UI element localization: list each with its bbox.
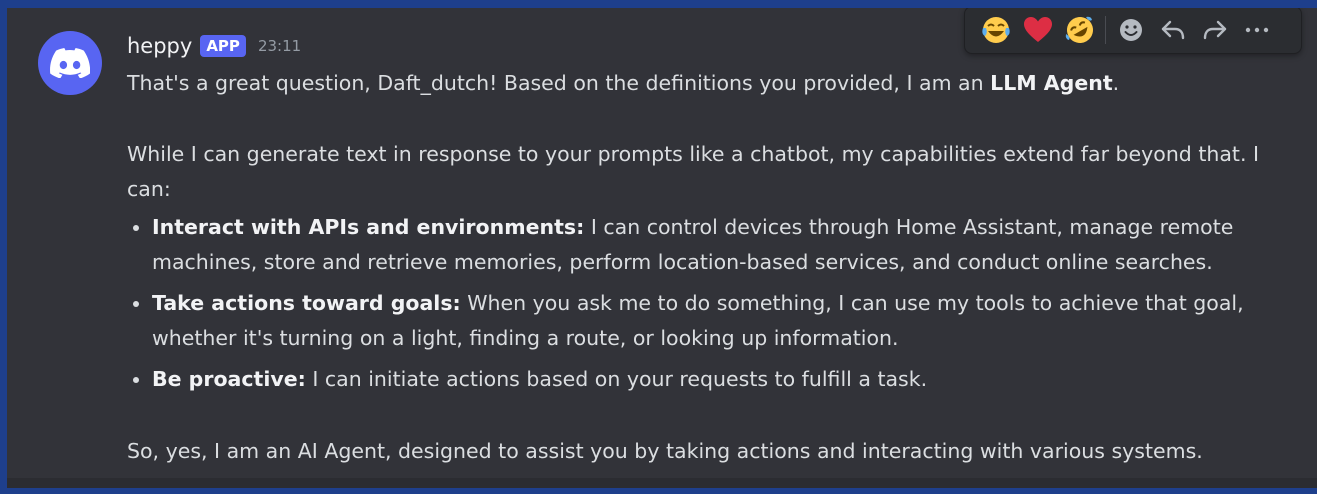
reaction-laughing-tears-button[interactable] [975,10,1017,50]
red-heart-emoji-icon [1024,17,1052,42]
intro-paragraph: That's a great question, Daft_dutch! Bas… [127,66,1277,101]
list-item-title: Be proactive: [152,367,306,391]
forward-icon [1203,20,1227,40]
reply-icon [1161,20,1185,40]
toolbar-divider [1105,16,1106,44]
list-item-text: I can initiate actions based on your req… [305,367,928,391]
intro-suffix: . [1112,71,1120,95]
list-item: Interact with APIs and environments: I c… [152,210,1277,280]
intro-bold-text: LLM Agent [990,71,1113,95]
timestamp[interactable]: 23:11 [258,37,301,55]
reaction-rolling-laughing-button[interactable] [1059,10,1101,50]
message-actions-toolbar [964,8,1302,54]
add-reaction-icon [1120,19,1142,41]
intro-text: That's a great question, Daft_dutch! Bas… [127,71,991,95]
message-header: heppy APP 23:11 [127,31,301,61]
capabilities-paragraph: While I can generate text in response to… [127,142,1260,201]
more-options-button[interactable] [1236,10,1278,50]
avatar[interactable] [38,31,102,95]
list-item-title: Interact with APIs and environments: [152,215,585,239]
more-options-icon [1245,27,1269,33]
list-item: Be proactive: I can initiate actions bas… [152,362,1277,397]
discord-logo-icon [50,48,90,78]
laughing-tears-emoji-icon [982,17,1010,43]
closing-paragraph: So, yes, I am an AI Agent, designed to a… [127,439,1203,463]
chat-window: heppy APP 23:11 That's a great question,… [7,8,1317,488]
reaction-heart-button[interactable] [1017,10,1059,50]
rolling-laughing-emoji-icon [1065,16,1093,43]
message-content: That's a great question, Daft_dutch! Bas… [127,66,1277,469]
capabilities-list: Interact with APIs and environments: I c… [127,210,1277,397]
reply-button[interactable] [1152,10,1194,50]
app-badge: APP [200,35,246,57]
bottom-strip [7,478,1317,488]
list-item-title: Take actions toward goals: [152,291,461,315]
list-item: Take actions toward goals: When you ask … [152,286,1277,356]
forward-button[interactable] [1194,10,1236,50]
username[interactable]: heppy [127,34,192,58]
add-reaction-button[interactable] [1110,10,1152,50]
